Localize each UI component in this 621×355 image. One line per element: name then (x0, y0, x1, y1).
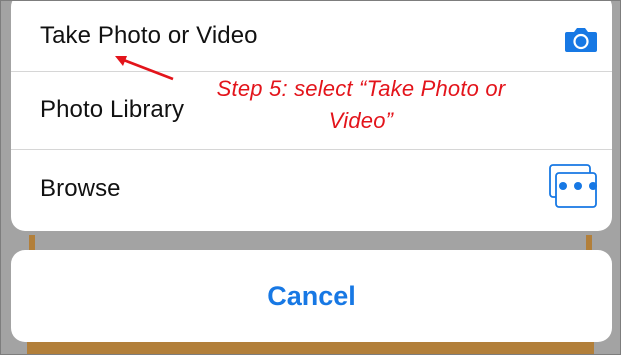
screenshot-frame: Take Photo or Video Photo Library Browse… (0, 0, 621, 355)
take-photo-or-video-label: Take Photo or Video (40, 22, 258, 49)
background-content-strip (27, 342, 594, 354)
annotation-arrow-icon (115, 56, 174, 81)
more-dots-icon (559, 182, 597, 190)
cancel-label: Cancel (267, 280, 356, 311)
step-annotation-line-2: Video” (328, 108, 394, 133)
camera-icon (565, 28, 597, 52)
step-annotation-line-1: Step 5: select “Take Photo or (216, 76, 506, 101)
cancel-button[interactable]: Cancel (11, 250, 612, 342)
browse-option[interactable]: Browse (11, 150, 612, 228)
browse-label: Browse (40, 175, 121, 202)
step-annotation: Step 5: select “Take Photo or Video” (181, 73, 541, 137)
take-photo-or-video-option[interactable]: Take Photo or Video (11, 1, 612, 71)
photo-library-label: Photo Library (40, 96, 185, 123)
